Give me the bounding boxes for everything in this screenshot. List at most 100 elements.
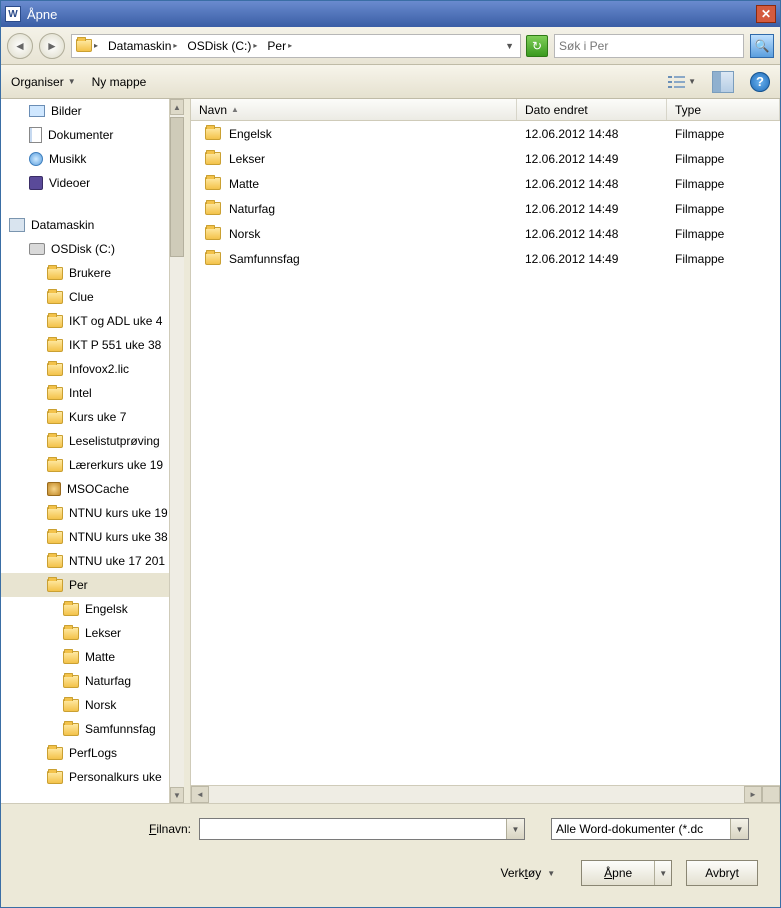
help-button[interactable]: ? <box>750 72 770 92</box>
filetype-filter[interactable]: Alle Word-dokumenter (*.dc ▼ <box>551 818 749 840</box>
view-mode-button[interactable]: ▼ <box>668 71 696 93</box>
cancel-button[interactable]: Avbryt <box>686 860 758 886</box>
breadcrumb-item[interactable]: Per ▸ <box>263 36 296 56</box>
preview-pane-button[interactable] <box>712 71 734 93</box>
tree-item[interactable]: NTNU kurs uke 38 <box>1 525 169 549</box>
chevron-down-icon[interactable]: ▼ <box>505 41 514 51</box>
tree-item[interactable]: Infovox2.lic <box>1 357 169 381</box>
file-name: Norsk <box>229 227 260 241</box>
titlebar: W Åpne ✕ <box>1 1 780 27</box>
file-row[interactable]: Matte12.06.2012 14:48Filmappe <box>191 171 780 196</box>
open-dropdown-button[interactable]: ▼ <box>655 869 671 878</box>
close-button[interactable]: ✕ <box>756 5 776 23</box>
tree-item[interactable]: Musikk <box>1 147 169 171</box>
scroll-track[interactable] <box>209 786 744 803</box>
tree-item-label: Engelsk <box>85 602 128 616</box>
breadcrumb[interactable]: ▸ Datamaskin ▸ OSDisk (C:) ▸ Per ▸ ▼ <box>71 34 521 58</box>
column-headers: Navn ▲ Dato endret Type <box>191 99 780 121</box>
scroll-track[interactable] <box>170 115 184 787</box>
scroll-right-button[interactable]: ► <box>744 786 762 803</box>
forward-button[interactable]: ► <box>39 33 65 59</box>
file-list[interactable]: Engelsk12.06.2012 14:48FilmappeLekser12.… <box>191 121 780 785</box>
tree-item[interactable]: MSOCache <box>1 477 169 501</box>
tree-item[interactable]: Per <box>1 573 169 597</box>
tree-item[interactable]: IKT P 551 uke 38 <box>1 333 169 357</box>
tree-item[interactable]: OSDisk (C:) <box>1 237 169 261</box>
tree-item[interactable]: Matte <box>1 645 169 669</box>
folder-icon <box>76 39 92 52</box>
folder-icon <box>47 411 63 424</box>
folder-tree[interactable]: BilderDokumenter Musikk Videoer DatamaskinO… <box>1 99 169 803</box>
tree-item[interactable]: Leselistutprøving <box>1 429 169 453</box>
list-hscrollbar[interactable]: ◄ ► <box>191 785 780 803</box>
scroll-down-button[interactable]: ▼ <box>170 787 184 803</box>
filter-dropdown-button[interactable]: ▼ <box>730 819 748 839</box>
tree-item-label: Personalkurs uke <box>69 770 162 784</box>
breadcrumb-item[interactable]: OSDisk (C:) ▸ <box>183 36 261 56</box>
file-row[interactable]: Naturfag12.06.2012 14:49Filmappe <box>191 196 780 221</box>
new-folder-button[interactable]: Ny mappe <box>92 75 147 89</box>
column-header-date[interactable]: Dato endret <box>517 99 667 120</box>
search-input[interactable]: Søk i Per <box>554 34 744 58</box>
tree-item[interactable]: Kurs uke 7 <box>1 405 169 429</box>
tree-scrollbar[interactable]: ▲ ▼ <box>169 99 184 803</box>
search-placeholder: Søk i Per <box>559 39 608 53</box>
tree-item[interactable]: Norsk <box>1 693 169 717</box>
open-button[interactable]: Åpne ▼ <box>581 860 672 886</box>
tree-item[interactable]: NTNU uke 17 201 <box>1 549 169 573</box>
folder-icon <box>47 507 63 520</box>
tree-item[interactable]: Dokumenter <box>1 123 169 147</box>
tree-item-label: Norsk <box>85 698 116 712</box>
column-header-type[interactable]: Type <box>667 99 780 120</box>
file-row[interactable]: Samfunnsfag12.06.2012 14:49Filmappe <box>191 246 780 271</box>
folder-icon <box>63 627 79 640</box>
tree-item-label: Lærerkurs uke 19 <box>69 458 163 472</box>
file-row[interactable]: Lekser12.06.2012 14:49Filmappe <box>191 146 780 171</box>
tree-item[interactable]: Datamaskin <box>1 213 169 237</box>
tree-item[interactable]: Samfunnsfag <box>1 717 169 741</box>
tree-item[interactable]: Bilder <box>1 99 169 123</box>
file-type: Filmappe <box>675 127 780 141</box>
file-type: Filmappe <box>675 177 780 191</box>
breadcrumb-label: OSDisk (C:) <box>187 39 251 53</box>
organize-menu[interactable]: Organiser ▼ <box>11 75 76 89</box>
tools-menu[interactable]: Verktøy ▼ <box>501 866 556 880</box>
tree-item[interactable]: Brukere <box>1 261 169 285</box>
back-button[interactable]: ◄ <box>7 33 33 59</box>
tree-item-label: Per <box>69 578 88 592</box>
file-type: Filmappe <box>675 202 780 216</box>
tree-item[interactable]: Clue <box>1 285 169 309</box>
chevron-down-icon: ▼ <box>68 77 76 86</box>
tree-item[interactable]: Lærerkurs uke 19 <box>1 453 169 477</box>
tree-item[interactable]: IKT og ADL uke 4 <box>1 309 169 333</box>
folder-icon <box>63 651 79 664</box>
tree-item[interactable]: PerfLogs <box>1 741 169 765</box>
app-icon: W <box>5 6 21 22</box>
column-header-name[interactable]: Navn ▲ <box>191 99 517 120</box>
search-button[interactable]: 🔍 <box>750 34 774 58</box>
refresh-button[interactable]: ↻ <box>526 35 548 57</box>
tree-item[interactable]: Videoer <box>1 171 169 195</box>
tree-item-label: NTNU kurs uke 38 <box>69 530 168 544</box>
tree-item[interactable]: Naturfag <box>1 669 169 693</box>
sort-asc-icon: ▲ <box>231 105 239 114</box>
folder-icon <box>47 579 63 592</box>
tree-item-label: Musikk <box>49 152 86 166</box>
window-title: Åpne <box>27 7 756 22</box>
breadcrumb-item[interactable]: Datamaskin ▸ <box>104 36 181 56</box>
tree-item[interactable]: Lekser <box>1 621 169 645</box>
file-name: Samfunnsfag <box>229 252 300 266</box>
file-row[interactable]: Norsk12.06.2012 14:48Filmappe <box>191 221 780 246</box>
file-row[interactable]: Engelsk12.06.2012 14:48Filmappe <box>191 121 780 146</box>
tree-item[interactable]: Personalkurs uke <box>1 765 169 789</box>
scroll-left-button[interactable]: ◄ <box>191 786 209 803</box>
scroll-thumb[interactable] <box>170 117 184 257</box>
help-icon: ? <box>756 74 764 89</box>
tree-item[interactable]: Intel <box>1 381 169 405</box>
filename-input[interactable]: ▼ <box>199 818 525 840</box>
filename-dropdown-button[interactable]: ▼ <box>506 819 524 839</box>
scroll-up-button[interactable]: ▲ <box>170 99 184 115</box>
filter-value: Alle Word-dokumenter (*.dc <box>556 822 703 836</box>
tree-item[interactable]: Engelsk <box>1 597 169 621</box>
tree-item[interactable]: NTNU kurs uke 19 <box>1 501 169 525</box>
